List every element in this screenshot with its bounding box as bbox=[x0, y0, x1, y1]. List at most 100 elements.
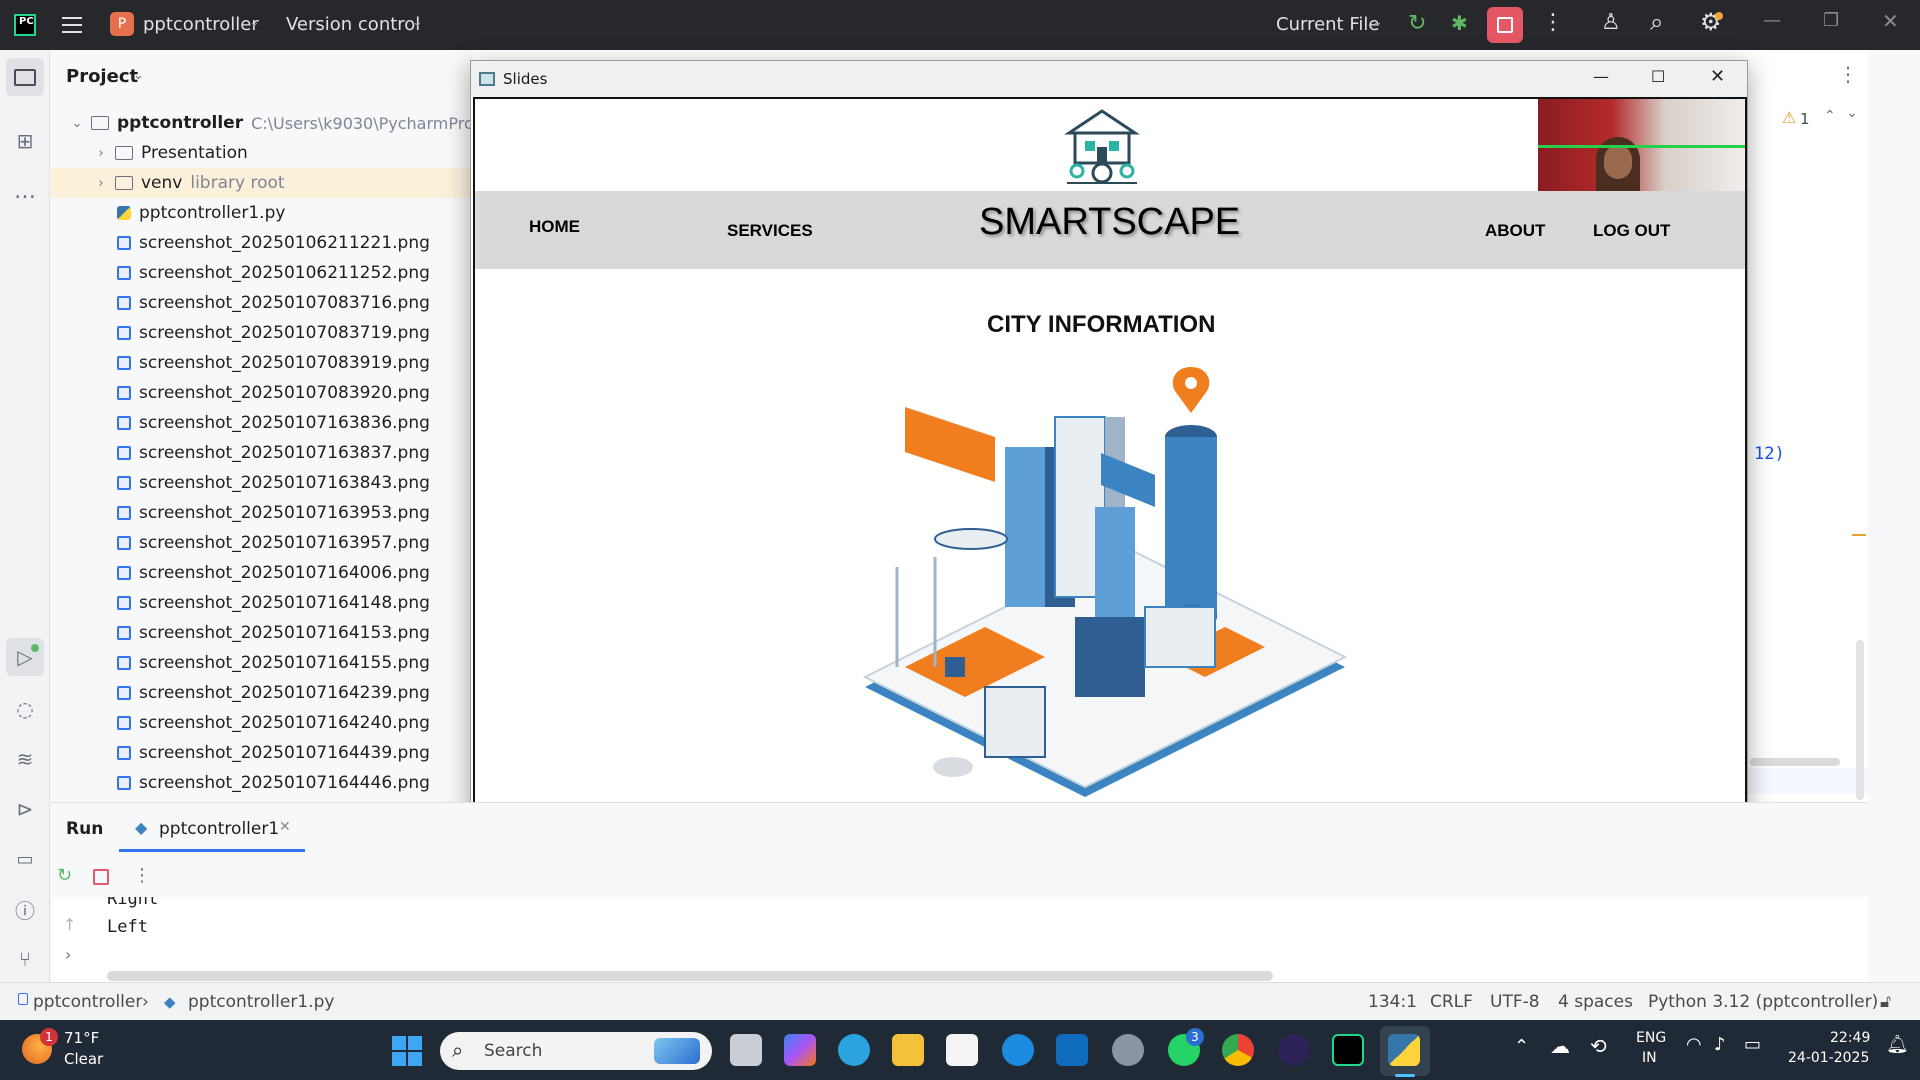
tree-file-item[interactable]: screenshot_20250106211252.png bbox=[117, 258, 430, 288]
lock-icon[interactable]: 🔓︎ bbox=[1880, 992, 1891, 1012]
tree-file-item[interactable]: screenshot_20250107163957.png bbox=[117, 528, 430, 558]
folder-icon[interactable] bbox=[12, 64, 38, 90]
chevron-down-icon[interactable]: ⌄ bbox=[133, 68, 144, 83]
task-view-icon[interactable] bbox=[730, 1034, 762, 1066]
help-icon[interactable] bbox=[1002, 1034, 1034, 1066]
chrome-icon[interactable] bbox=[1222, 1034, 1254, 1066]
project-badge[interactable]: P bbox=[110, 12, 134, 36]
rerun-icon[interactable]: ↻ bbox=[1408, 11, 1426, 36]
file-explorer-icon[interactable] bbox=[892, 1034, 924, 1066]
language-code[interactable]: ENG bbox=[1636, 1030, 1666, 1046]
maximize-icon[interactable]: ☐ bbox=[1651, 67, 1665, 86]
tree-file-item[interactable]: screenshot_20250107164439.png bbox=[117, 738, 430, 768]
tree-file-item[interactable]: screenshot_20250107083719.png bbox=[117, 318, 430, 348]
scroll-up-icon[interactable]: ↑ bbox=[63, 915, 76, 934]
file-encoding[interactable]: UTF-8 bbox=[1490, 992, 1540, 1012]
weather-description[interactable]: Clear bbox=[64, 1050, 103, 1068]
chevron-right-icon[interactable]: › bbox=[93, 146, 109, 161]
minimize-icon[interactable]: — bbox=[1763, 10, 1781, 31]
caret-position[interactable]: 134:1 bbox=[1368, 992, 1417, 1012]
wifi-icon[interactable]: ◠ bbox=[1686, 1034, 1702, 1055]
tree-file-item[interactable]: screenshot_20250107163953.png bbox=[117, 498, 430, 528]
code-with-me-icon[interactable]: ♙ bbox=[1601, 10, 1621, 35]
tree-file-item[interactable]: screenshot_20250106211221.png bbox=[117, 228, 430, 258]
sync-icon[interactable]: ⟲ bbox=[1590, 1034, 1607, 1058]
tree-file-item[interactable]: screenshot_20250107083920.png bbox=[117, 378, 430, 408]
pycharm-taskbar-icon[interactable] bbox=[1332, 1034, 1364, 1066]
chevron-right-icon[interactable]: › bbox=[93, 176, 109, 191]
pycharm-logo-icon[interactable]: PC bbox=[14, 14, 36, 36]
structure-icon[interactable]: ⊞ bbox=[12, 128, 38, 154]
python-interpreter[interactable]: Python 3.12 (pptcontroller) bbox=[1648, 992, 1878, 1012]
tree-file-item[interactable]: screenshot_20250107163843.png bbox=[117, 468, 430, 498]
start-windows-icon[interactable] bbox=[392, 1036, 422, 1066]
notification-bell-icon[interactable]: 🔔︎ bbox=[1886, 1034, 1909, 1055]
language-region[interactable]: IN bbox=[1642, 1050, 1657, 1066]
microsoft-store-icon[interactable] bbox=[946, 1034, 978, 1066]
python-packages-icon[interactable]: ≋ bbox=[12, 746, 38, 772]
tree-file-item[interactable]: screenshot_20250107163837.png bbox=[117, 438, 430, 468]
chevron-down-icon[interactable]: ⌄ bbox=[1846, 105, 1858, 121]
warning-icon[interactable]: ⚠ bbox=[1782, 108, 1796, 127]
chevron-up-icon[interactable]: ⌃ bbox=[1824, 108, 1836, 124]
python-taskbar-icon[interactable] bbox=[1388, 1034, 1420, 1066]
run-panel-title[interactable]: Run bbox=[66, 819, 103, 839]
clock-date[interactable]: 24-01-2025 bbox=[1788, 1050, 1869, 1066]
console-horizontal-scrollbar[interactable] bbox=[107, 971, 1273, 981]
nav-logout[interactable]: LOG OUT bbox=[1593, 221, 1670, 241]
more-icon[interactable]: ⋮ bbox=[133, 865, 151, 886]
tree-file-item[interactable]: screenshot_20250107164239.png bbox=[117, 678, 430, 708]
tree-file-item[interactable]: screenshot_20250107164240.png bbox=[117, 708, 430, 738]
line-separator[interactable]: CRLF bbox=[1430, 992, 1473, 1012]
run-config-tab[interactable]: pptcontroller1 bbox=[159, 819, 279, 839]
tree-file-item[interactable]: screenshot_20250107164006.png bbox=[117, 558, 430, 588]
eclipse-icon[interactable] bbox=[1278, 1034, 1310, 1066]
breadcrumb-file[interactable]: pptcontroller1.py bbox=[188, 992, 334, 1012]
chevron-right-icon[interactable]: › bbox=[65, 945, 71, 964]
tree-file-item[interactable]: screenshot_20250107163836.png bbox=[117, 408, 430, 438]
breadcrumb-project[interactable]: pptcontroller bbox=[33, 992, 142, 1012]
tree-file-item[interactable]: screenshot_20250107164446.png bbox=[117, 768, 430, 798]
tree-file-item[interactable]: screenshot_20250107083919.png bbox=[117, 348, 430, 378]
warning-count[interactable]: 1 bbox=[1800, 110, 1810, 128]
more-tools-icon[interactable]: … bbox=[12, 178, 38, 204]
close-icon[interactable]: ✕ bbox=[1710, 66, 1725, 87]
services-icon[interactable]: ⊳ bbox=[12, 796, 38, 822]
tree-file-item[interactable]: screenshot_20250107164155.png bbox=[117, 648, 430, 678]
tree-file-item[interactable]: screenshot_20250107164148.png bbox=[117, 588, 430, 618]
project-panel-title[interactable]: Project bbox=[66, 66, 138, 87]
tree-folder-venv[interactable]: › venv library root bbox=[51, 168, 471, 198]
terminal-icon[interactable]: ▭ bbox=[12, 846, 38, 872]
nav-home[interactable]: HOME bbox=[529, 217, 580, 237]
more-icon[interactable]: ⋮ bbox=[1838, 62, 1858, 86]
restore-icon[interactable]: ❐ bbox=[1823, 10, 1839, 31]
clock-time[interactable]: 22:49 bbox=[1830, 1030, 1870, 1046]
battery-icon[interactable]: ▭ bbox=[1744, 1034, 1761, 1055]
search-icon[interactable]: ⌕ bbox=[1650, 8, 1663, 36]
tree-file-item[interactable]: screenshot_20250107164153.png bbox=[117, 618, 430, 648]
weather-temperature[interactable]: 71°F bbox=[64, 1029, 99, 1047]
run-config-selector[interactable]: Current File bbox=[1276, 14, 1379, 35]
nav-services[interactable]: SERVICES bbox=[727, 221, 813, 241]
debug-icon[interactable]: ✱ bbox=[1451, 11, 1468, 35]
tree-file-item[interactable]: screenshot_20250107083716.png bbox=[117, 288, 430, 318]
copilot-icon[interactable] bbox=[784, 1034, 816, 1066]
tree-file-item[interactable]: pptcontroller1.py bbox=[117, 198, 285, 228]
outlook-icon[interactable] bbox=[1056, 1034, 1088, 1066]
volume-icon[interactable]: ♪ bbox=[1714, 1034, 1726, 1055]
onedrive-cloud-icon[interactable]: ☁ bbox=[1550, 1034, 1570, 1058]
git-icon[interactable]: ⑂ bbox=[12, 946, 38, 972]
telegram-icon[interactable] bbox=[838, 1034, 870, 1066]
close-tab-icon[interactable]: ✕ bbox=[279, 819, 291, 835]
vertical-scrollbar[interactable] bbox=[1856, 640, 1864, 800]
tree-root-pptcontroller[interactable]: ⌄ pptcontroller C:\Users\k9030\PycharmPr… bbox=[69, 108, 488, 138]
chevron-down-icon[interactable]: ⌄ bbox=[69, 116, 85, 131]
indent-setting[interactable]: 4 spaces bbox=[1558, 992, 1633, 1012]
nav-about[interactable]: ABOUT bbox=[1485, 221, 1545, 241]
settings-gear-icon[interactable] bbox=[1112, 1034, 1144, 1066]
python-console-icon[interactable]: ◌ bbox=[12, 696, 38, 722]
main-menu-icon[interactable] bbox=[62, 15, 82, 33]
horizontal-scrollbar[interactable] bbox=[1750, 758, 1840, 766]
close-icon[interactable]: ✕ bbox=[1882, 9, 1899, 33]
version-control-menu[interactable]: Version control bbox=[286, 14, 420, 35]
